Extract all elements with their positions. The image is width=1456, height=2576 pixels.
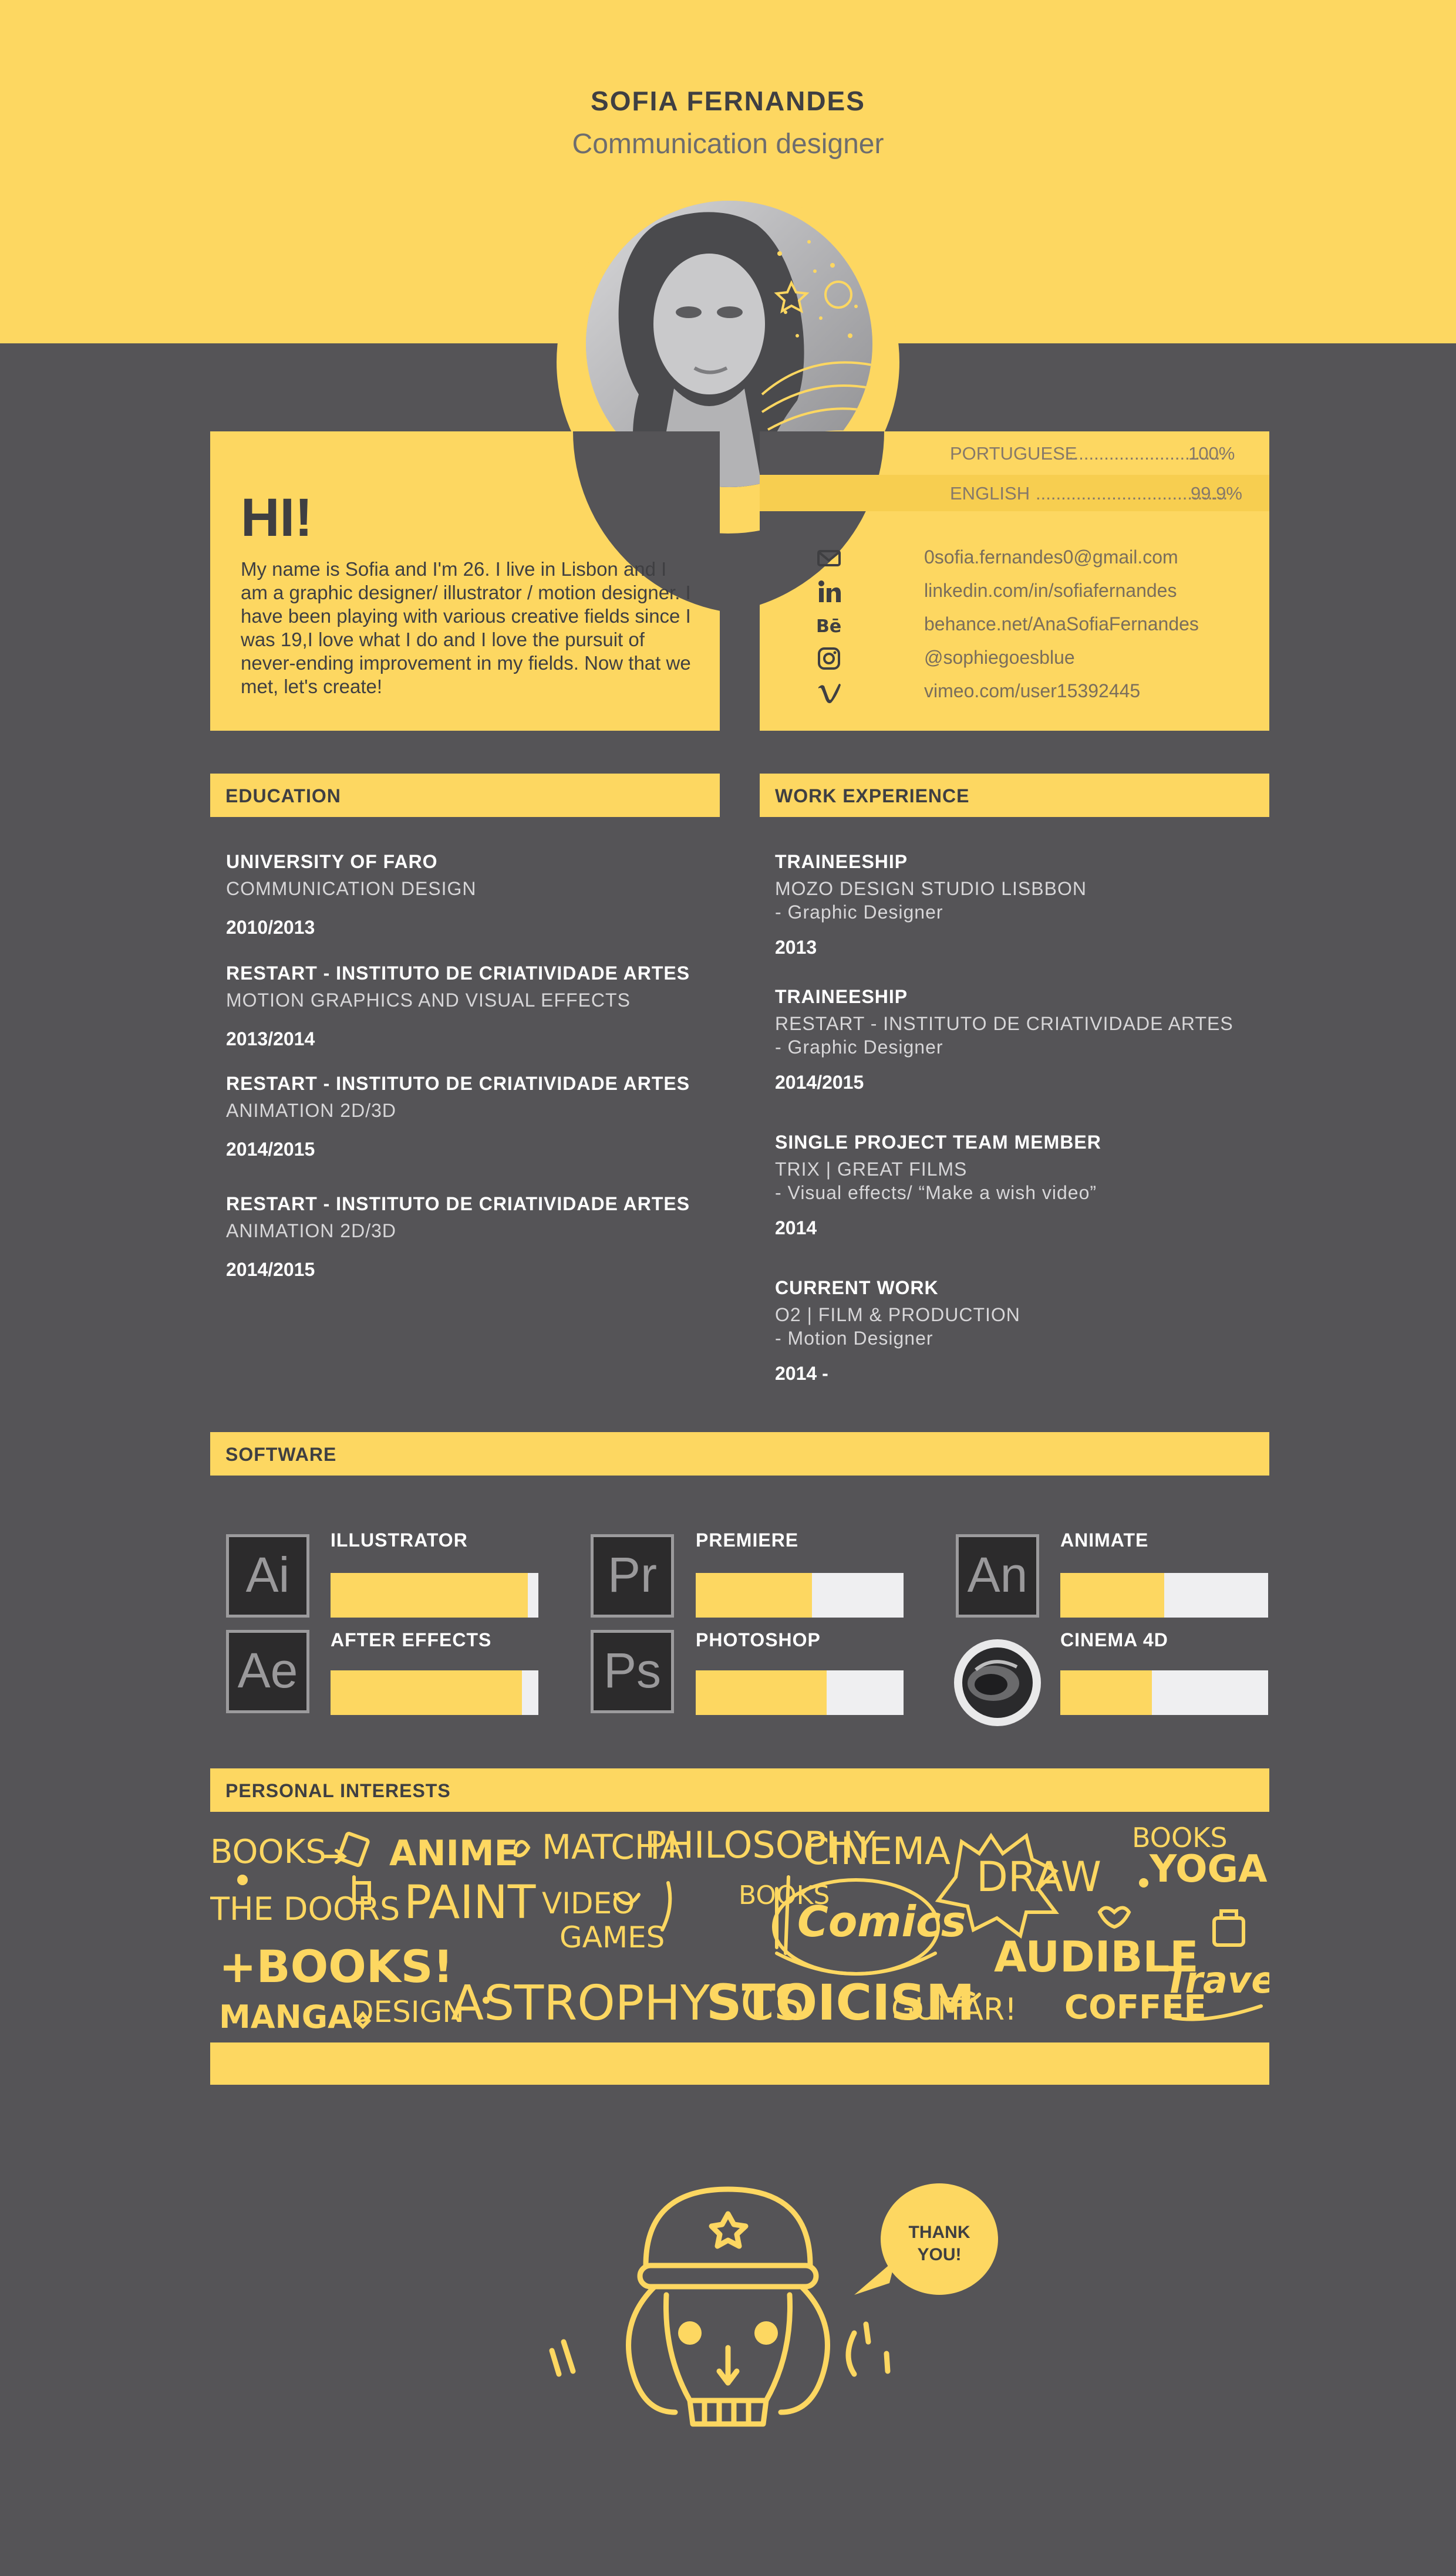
language-level: 100% bbox=[1188, 443, 1235, 464]
skill-bar bbox=[331, 1573, 538, 1618]
greeting: HI! bbox=[241, 488, 313, 548]
work-header: WORK EXPERIENCE bbox=[760, 774, 1269, 817]
cinema-4d-icon bbox=[954, 1639, 1041, 1726]
premiere-icon: Pr bbox=[591, 1534, 674, 1618]
language-name: PORTUGUESE bbox=[950, 443, 1077, 464]
skill-bar-fill bbox=[1060, 1573, 1164, 1618]
skill-bar-fill bbox=[1060, 1670, 1152, 1715]
software-name: PHOTOSHOP bbox=[696, 1629, 821, 1650]
skull-helmet-illustration bbox=[549, 2186, 891, 2427]
intro-text: My name is Sofia and I'm 26. I live in L… bbox=[241, 558, 691, 697]
thank-you-text: THANK YOU! bbox=[908, 2223, 970, 2264]
contact-linkedin[interactable]: linkedin.com/in/sofiafernandes bbox=[816, 576, 1227, 606]
skill-bar bbox=[331, 1670, 538, 1715]
photoshop-icon: Ps bbox=[591, 1630, 674, 1713]
software-header: SOFTWARE bbox=[210, 1432, 1269, 1476]
software-name: ILLUSTRATOR bbox=[331, 1530, 468, 1551]
language-level: 99.9% bbox=[1191, 483, 1242, 504]
skill-bar-fill bbox=[696, 1670, 827, 1715]
after-effects-icon: Ae bbox=[226, 1630, 309, 1713]
person-name: SOFIA FERNANDES bbox=[591, 86, 865, 116]
language-row: ENGLISH ................................… bbox=[760, 475, 1269, 511]
instagram-icon bbox=[818, 647, 840, 670]
skill-bar bbox=[696, 1670, 904, 1715]
software-name: CINEMA 4D bbox=[1060, 1629, 1168, 1650]
skill-bar bbox=[1060, 1670, 1268, 1715]
skill-bar bbox=[1060, 1573, 1268, 1618]
contact-card: PORTUGUESE .............................… bbox=[760, 431, 1269, 731]
contact-vimeo[interactable]: vimeo.com/user15392445 bbox=[816, 677, 1227, 706]
linkedin-icon bbox=[818, 580, 841, 602]
skill-bar-fill bbox=[331, 1573, 528, 1618]
person-role: Communication designer bbox=[572, 129, 884, 160]
mail-icon bbox=[817, 550, 841, 566]
skill-bar-fill bbox=[696, 1573, 813, 1618]
interests-lettering: BOOKS ANIME MATCHA PHILOSOPHY CINEMA DRA… bbox=[210, 1824, 1269, 2042]
skill-bar-fill bbox=[331, 1670, 522, 1715]
skill-bar bbox=[696, 1573, 904, 1618]
contact-email[interactable]: 0sofia.fernandes0@gmail.com bbox=[816, 543, 1227, 572]
education-header: EDUCATION bbox=[210, 774, 720, 817]
interests-footer-bar bbox=[210, 2042, 1269, 2085]
language-row: PORTUGUESE .............................… bbox=[760, 435, 1269, 471]
animate-icon: An bbox=[956, 1534, 1039, 1618]
software-name: AFTER EFFECTS bbox=[331, 1629, 492, 1650]
language-name: ENGLISH bbox=[950, 483, 1030, 504]
svg-text:Bē: Bē bbox=[816, 616, 841, 637]
interest-doodles bbox=[237, 1832, 1263, 2030]
illustrator-icon: Ai bbox=[226, 1534, 309, 1618]
software-name: PREMIERE bbox=[696, 1530, 799, 1551]
software-name: ANIMATE bbox=[1060, 1530, 1149, 1551]
contact-instagram[interactable]: @sophiegoesblue bbox=[816, 643, 1227, 673]
interests-header: PERSONAL INTERESTS bbox=[210, 1768, 1269, 1812]
intro-card: HI! My name is Sofia and I'm 26. I live … bbox=[210, 431, 720, 731]
behance-icon: Bē bbox=[816, 616, 841, 637]
contact-behance[interactable]: Bē behance.net/AnaSofiaFernandes bbox=[816, 610, 1227, 639]
vimeo-icon bbox=[818, 684, 841, 704]
